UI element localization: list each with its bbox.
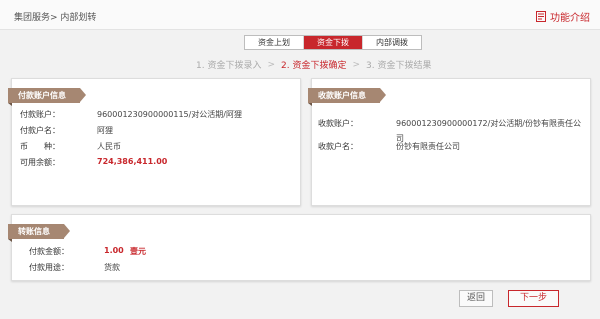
header-bar: 集团服务> 内部划转 功能介绍 [0,0,600,30]
step-3: 3. 资金下拨结果 [366,61,432,71]
payer-info-panel: 付款账户信息 付款账户： 960001230900000115/对公活期/阿狸 … [8,78,301,206]
tab-internal-transfer[interactable]: 内部调拨 [363,36,421,49]
feature-intro-label: 功能介绍 [550,13,590,24]
tab-fund-allocation[interactable]: 资金下拨 [304,36,363,49]
payer-name-value: 阿狸 [97,126,113,135]
transfer-amount-label: 付款金额： [29,247,69,256]
transfer-info-title: 转账信息 [8,224,70,242]
payee-name-value: 份钞有限责任公司 [396,142,460,151]
payer-account-label: 付款账户： [20,110,60,119]
payer-currency-row: 币 种： 人民币 [20,141,121,152]
back-button[interactable]: 返回 [459,290,493,307]
step-separator: > [352,59,360,70]
payer-currency-label: 币 种： [20,142,60,151]
payer-account-value: 960001230900000115/对公活期/阿狸 [97,110,243,119]
transfer-amount-value: 1.00 [104,246,124,255]
payer-name-row: 付款户名： 阿狸 [20,125,113,136]
payee-info-title: 收款账户信息 [308,88,386,106]
transfer-amount-words: 壹元 [130,247,146,256]
payee-name-label: 收款户名： [318,142,358,151]
document-icon [536,11,546,22]
feature-intro-link[interactable]: 功能介绍 [536,9,590,24]
transfer-amount-row: 付款金额： 1.00 壹元 [29,246,146,257]
payer-balance-label: 可用余额： [20,158,60,167]
payee-info-panel: 收款账户信息 收款账户： 960001230900000172/对公活期/份钞有… [308,78,591,206]
payee-name-row: 收款户名： 份钞有限责任公司 [318,141,460,152]
payee-account-value-line1: 960001230900000172/对公活期/份钞有限责任公 [396,119,582,128]
payer-account-row: 付款账户： 960001230900000115/对公活期/阿狸 [20,109,242,120]
payer-balance-row: 可用余额： 724,386,411.00 [20,157,167,168]
transfer-purpose-value: 货款 [104,263,120,272]
payer-name-label: 付款户名： [20,126,60,135]
step-1: 1. 资金下拨录入 [196,61,262,71]
breadcrumb: 集团服务> 内部划转 [14,13,97,23]
tab-bar: 资金上划 资金下拨 内部调拨 [244,35,422,50]
transfer-purpose-label: 付款用途： [29,263,69,272]
step-indicator: 1. 资金下拨录入 > 2. 资金下拨确定 > 3. 资金下拨结果 [196,58,432,72]
tab-fund-upward[interactable]: 资金上划 [245,36,304,49]
payer-info-title: 付款账户信息 [8,88,86,106]
payer-balance-value: 724,386,411.00 [97,157,168,166]
next-step-button[interactable]: 下一步 [508,290,559,307]
payer-currency-value: 人民币 [97,142,121,151]
transfer-info-panel: 转账信息 付款金额： 1.00 壹元 付款用途： 货款 [8,214,591,281]
transfer-purpose-row: 付款用途： 货款 [29,262,120,273]
step-2-current: 2. 资金下拨确定 [281,61,347,71]
step-separator: > [267,59,275,70]
